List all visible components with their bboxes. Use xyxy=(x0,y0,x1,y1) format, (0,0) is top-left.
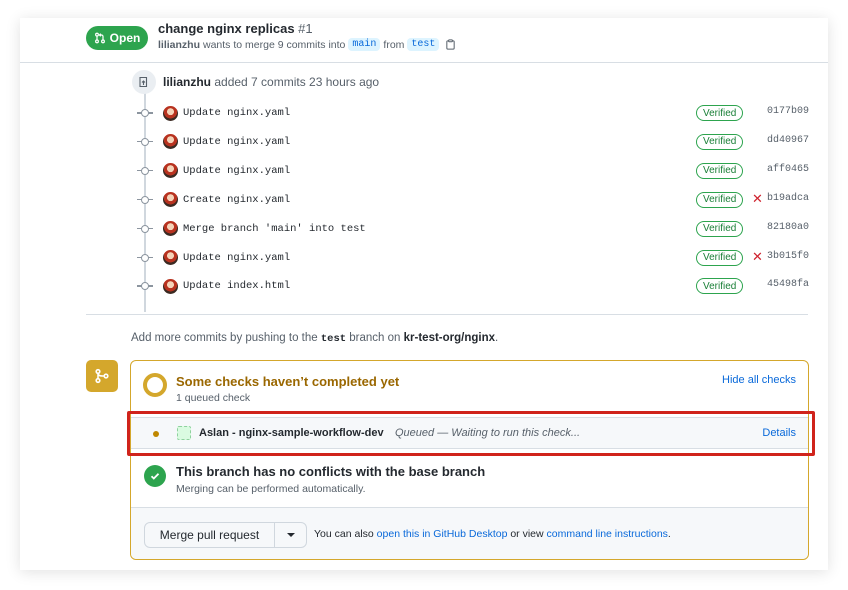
add-commits-prefix: Add more commits by pushing to the xyxy=(131,332,318,344)
commit-message[interactable]: Update nginx.yaml xyxy=(183,136,290,148)
commit-sha[interactable]: 82180a0 xyxy=(767,222,809,233)
commit-message[interactable]: Merge branch 'main' into test xyxy=(183,223,366,235)
push-description: added 7 commits 23 hours ago xyxy=(214,75,380,89)
add-commits-hint: Add more commits by pushing to the test … xyxy=(131,332,498,345)
author-avatar[interactable] xyxy=(163,221,178,237)
commit-row: Update index.html Verified 45498fa xyxy=(137,276,817,296)
repo-push-icon xyxy=(132,70,156,94)
pr-status-badge: Open xyxy=(86,26,148,50)
commit-message[interactable]: Update nginx.yaml xyxy=(183,165,290,177)
verified-badge[interactable]: Verified xyxy=(696,105,744,121)
merge-method-dropdown[interactable] xyxy=(274,522,307,548)
pr-merge-summary: lilianzhu wants to merge 9 commits into … xyxy=(158,38,456,51)
commit-row: Update nginx.yaml Verified aff0465 xyxy=(137,161,817,181)
pr-number: #1 xyxy=(298,21,313,36)
copy-icon[interactable] xyxy=(445,39,456,50)
author-avatar[interactable] xyxy=(163,105,178,121)
failed-status-icon[interactable]: ✕ xyxy=(752,191,763,207)
commit-message[interactable]: Update index.html xyxy=(183,280,290,292)
verified-badge[interactable]: Verified xyxy=(696,162,744,179)
commit-sha[interactable]: aff0465 xyxy=(767,164,809,175)
check-name: Aslan - nginx-sample-workflow-dev xyxy=(199,427,384,439)
commit-sha[interactable]: 45498fa xyxy=(767,279,809,290)
app-avatar-icon xyxy=(177,426,191,440)
no-conflicts-subtitle: Merging can be performed automatically. xyxy=(176,483,366,495)
from-text: from xyxy=(383,38,405,51)
merge-text: wants to merge 9 commits into xyxy=(203,38,346,51)
github-desktop-link[interactable]: open this in GitHub Desktop xyxy=(377,528,508,540)
check-circle-icon xyxy=(144,465,166,487)
git-commit-icon xyxy=(137,194,153,206)
commit-row: Update nginx.yaml Verified dd40967 xyxy=(137,132,817,152)
merge-footer: Merge pull request You can also open thi… xyxy=(131,507,808,559)
checks-title: Some checks haven’t completed yet xyxy=(176,374,400,389)
pr-title[interactable]: change nginx replicas xyxy=(158,21,295,36)
pr-title-line: change nginx replicas #1 xyxy=(158,21,313,36)
commit-row: Create nginx.yaml Verified ✕ b19adca xyxy=(137,190,817,210)
verified-badge[interactable]: Verified xyxy=(696,191,744,208)
merge-alternatives: You can also open this in GitHub Desktop… xyxy=(314,528,671,540)
push-event-text: lilianzhu added 7 commits 23 hours ago xyxy=(163,75,379,89)
header-divider xyxy=(20,62,828,63)
git-commit-icon xyxy=(137,280,153,292)
verified-badge[interactable]: Verified xyxy=(696,278,744,295)
no-conflicts-title: This branch has no conflicts with the ba… xyxy=(176,464,486,479)
queued-status-icon xyxy=(153,431,159,437)
merge-pull-request-button[interactable]: Merge pull request xyxy=(144,522,275,548)
commit-row: Update nginx.yaml Verified ✕ 3b015f0 xyxy=(137,248,817,268)
check-details-link[interactable]: Details xyxy=(762,427,796,439)
hide-all-checks-link[interactable]: Hide all checks xyxy=(722,374,796,386)
add-commits-middle: branch on xyxy=(349,332,401,344)
merge-alt-middle: or view xyxy=(510,528,544,540)
merge-box: Some checks haven’t completed yet 1 queu… xyxy=(130,360,809,560)
commit-message[interactable]: Update nginx.yaml xyxy=(183,252,290,264)
check-status: Queued — Waiting to run this check... xyxy=(395,427,581,439)
commit-row: Update nginx.yaml Verified 0177b09 xyxy=(137,103,817,123)
pending-checks-icon xyxy=(143,373,167,397)
timeline-divider xyxy=(86,314,808,315)
commit-message[interactable]: Create nginx.yaml xyxy=(183,194,290,206)
author-avatar[interactable] xyxy=(163,163,178,179)
checks-subtitle: 1 queued check xyxy=(176,392,251,404)
pr-author[interactable]: lilianzhu xyxy=(158,39,200,51)
commit-sha[interactable]: 0177b09 xyxy=(767,106,809,117)
head-branch-tag[interactable]: test xyxy=(407,38,440,51)
command-line-instructions-link[interactable]: command line instructions xyxy=(547,528,668,540)
pull-request-card: Open change nginx replicas #1 lilianzhu … xyxy=(20,18,828,570)
commit-sha[interactable]: dd40967 xyxy=(767,135,809,146)
git-commit-icon xyxy=(137,223,153,235)
base-branch-tag[interactable]: main xyxy=(348,38,381,51)
verified-badge[interactable]: Verified xyxy=(696,220,744,237)
add-commits-branch: test xyxy=(320,333,347,345)
verified-badge[interactable]: Verified xyxy=(696,249,744,266)
git-commit-icon xyxy=(137,165,153,177)
author-avatar[interactable] xyxy=(163,250,178,265)
git-commit-icon xyxy=(137,252,153,264)
git-merge-icon xyxy=(86,360,118,392)
author-avatar[interactable] xyxy=(163,134,178,150)
pr-status-label: Open xyxy=(109,31,141,45)
git-commit-icon xyxy=(137,136,153,148)
add-commits-repo: kr-test-org/nginx xyxy=(403,332,496,344)
check-row: Aslan - nginx-sample-workflow-dev Queued… xyxy=(131,417,808,449)
author-avatar[interactable] xyxy=(163,192,178,208)
add-commits-suffix: . xyxy=(495,332,499,344)
commit-row: Merge branch 'main' into test Verified 821… xyxy=(137,219,817,239)
verified-badge[interactable]: Verified xyxy=(696,133,744,150)
commit-sha[interactable]: 3b015f0 xyxy=(767,251,809,262)
commit-message[interactable]: Update nginx.yaml xyxy=(183,107,290,119)
git-commit-icon xyxy=(137,107,153,119)
author-avatar[interactable] xyxy=(163,278,178,294)
failed-status-icon[interactable]: ✕ xyxy=(752,249,763,265)
push-author[interactable]: lilianzhu xyxy=(163,75,211,89)
merge-alt-suffix: . xyxy=(667,528,671,540)
commit-sha[interactable]: b19adca xyxy=(767,193,809,204)
merge-alt-prefix: You can also xyxy=(314,528,374,540)
pull-request-icon xyxy=(94,32,105,44)
